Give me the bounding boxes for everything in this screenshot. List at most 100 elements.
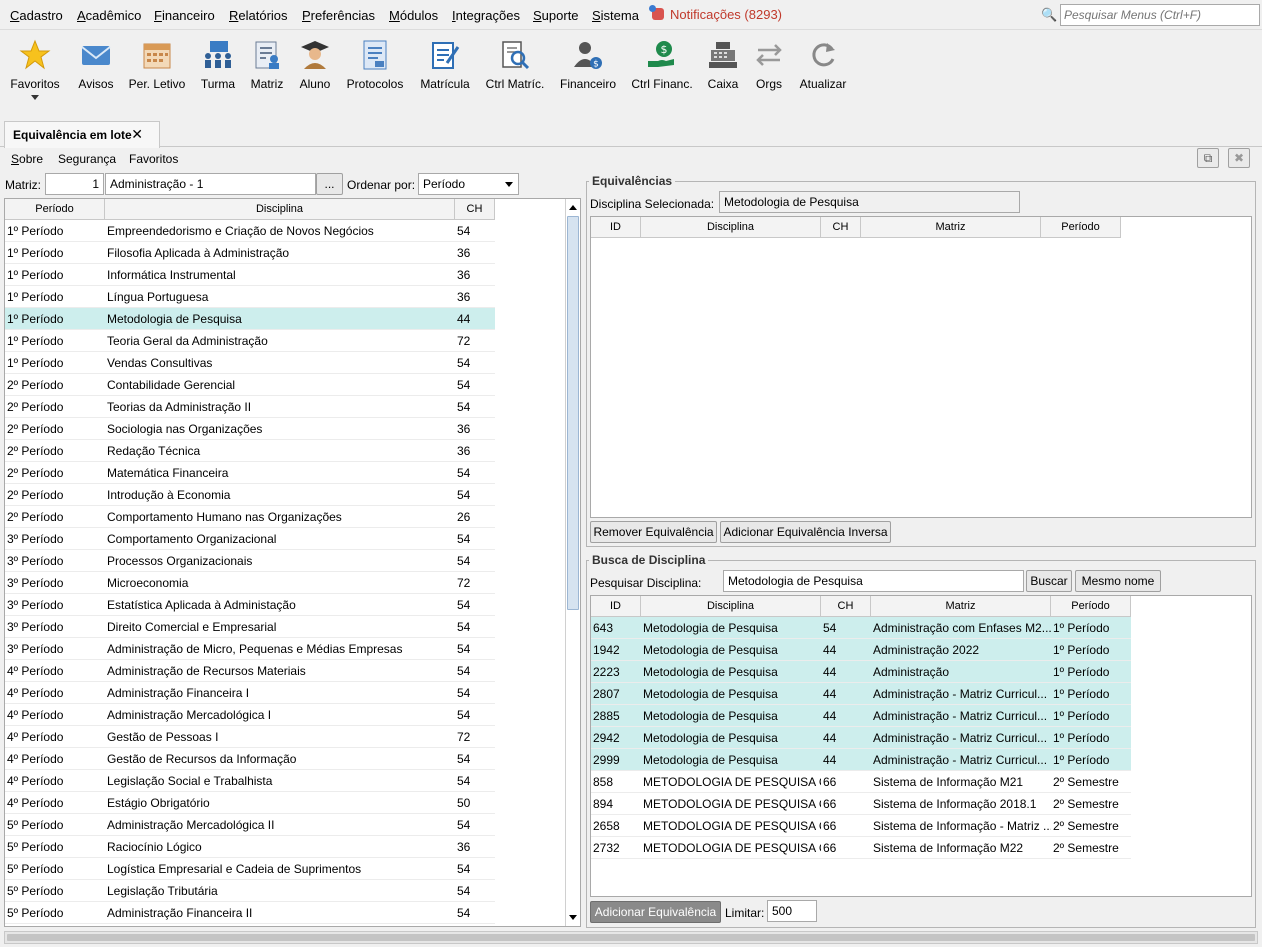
table-row[interactable]: 4º Período Gestão de Pessoas I 72 — [5, 726, 495, 748]
pesquisar-disciplina-input[interactable]: Metodologia de Pesquisa — [723, 570, 1024, 592]
table-row[interactable]: 1º Período Metodologia de Pesquisa 44 — [5, 308, 495, 330]
menu-financeiro[interactable]: Financeiro — [154, 8, 215, 23]
table-row[interactable]: 2942 Metodologia de Pesquisa 44 Administraç… — [591, 727, 1131, 749]
table-row[interactable]: 2885 Metodologia de Pesquisa 44 Administraç… — [591, 705, 1131, 727]
vertical-scrollbar[interactable] — [565, 199, 580, 926]
toolbar-turma-button[interactable]: Turma — [198, 39, 238, 91]
table-row[interactable]: 2807 Metodologia de Pesquisa 44 Administraç… — [591, 683, 1131, 705]
toolbar-financeiro-button[interactable]: $ Financeiro — [558, 39, 618, 91]
column-header-ch[interactable]: CH — [455, 199, 495, 220]
table-row[interactable]: 3º Período Processos Organizacionais 54 — [5, 550, 495, 572]
table-row[interactable]: 3º Período Estatística Aplicada à Adminis… — [5, 594, 495, 616]
table-row[interactable]: 3º Período Microeconomia 72 — [5, 572, 495, 594]
table-row[interactable]: 1º Período Empreendedorismo e Criação de … — [5, 220, 495, 242]
toolbar-ctrl-matric-button[interactable]: Ctrl Matríc. — [484, 39, 546, 91]
toolbar-favoritos-button[interactable]: Favoritos — [8, 39, 62, 100]
table-row[interactable]: 1º Período Vendas Consultivas 54 — [5, 352, 495, 374]
menu-suporte[interactable]: Suporte — [533, 8, 579, 23]
column-header-ch[interactable]: CH — [821, 596, 871, 617]
toolbar-matriz-button[interactable]: Matriz — [249, 39, 285, 91]
notifications-link[interactable]: Notificações (8293) — [649, 5, 782, 22]
table-row[interactable]: 1º Período Informática Instrumental 36 — [5, 264, 495, 286]
close-icon[interactable]: ✕ — [131, 126, 143, 143]
table-row[interactable]: 4º Período Gestão de Recursos da Informaç… — [5, 748, 495, 770]
table-row[interactable]: 3º Período Comportamento Organizacional 54 — [5, 528, 495, 550]
submenu-sobre[interactable]: Sobre — [11, 152, 43, 166]
scroll-up-icon[interactable] — [569, 205, 577, 210]
matriz-name-field[interactable]: Administração - 1 — [105, 173, 316, 195]
table-row[interactable]: 1º Período Língua Portuguesa 36 — [5, 286, 495, 308]
table-row[interactable]: 2º Período Teorias da Administração II 54 — [5, 396, 495, 418]
table-row[interactable]: 2º Período Redação Técnica 36 — [5, 440, 495, 462]
table-row[interactable]: 4º Período Administração Mercadológica I 5… — [5, 704, 495, 726]
close-window-button[interactable]: ✖ — [1228, 148, 1250, 168]
limitar-input[interactable]: 500 — [767, 900, 817, 922]
column-header-disciplina[interactable]: Disciplina — [641, 596, 821, 617]
table-row[interactable]: 858 METODOLOGIA DE PESQUISA C... 66 Sistema… — [591, 771, 1131, 793]
menu-search-input[interactable] — [1060, 4, 1260, 26]
column-header-periodo[interactable]: Período — [5, 199, 105, 220]
matriz-browse-button[interactable]: ... — [316, 173, 343, 195]
matriz-id-field[interactable]: 1 — [45, 173, 104, 195]
table-row[interactable]: 2999 Metodologia de Pesquisa 44 Administraç… — [591, 749, 1131, 771]
table-row[interactable]: 3º Período Direito Comercial e Empresaria… — [5, 616, 495, 638]
table-row[interactable]: 2658 METODOLOGIA DE PESQUISA C... 66 Sistem… — [591, 815, 1131, 837]
remover-equivalencia-button[interactable]: Remover Equivalência — [590, 521, 717, 543]
toolbar-caixa-button[interactable]: Caixa — [704, 39, 742, 91]
table-row[interactable]: 2732 METODOLOGIA DE PESQUISA C... 66 Sistem… — [591, 837, 1131, 859]
table-row[interactable]: 2º Período Introdução à Economia 54 — [5, 484, 495, 506]
menu-academico[interactable]: Acadêmico — [77, 8, 141, 23]
scroll-down-icon[interactable] — [569, 915, 577, 920]
toolbar-orgs-button[interactable]: Orgs — [752, 39, 786, 91]
mesmo-nome-button[interactable]: Mesmo nome — [1075, 570, 1161, 592]
toolbar-matricula-button[interactable]: Matrícula — [418, 39, 472, 91]
column-header-disciplina[interactable]: Disciplina — [105, 199, 455, 220]
table-row[interactable]: 1942 Metodologia de Pesquisa 44 Administraç… — [591, 639, 1131, 661]
column-header-periodo[interactable]: Período — [1051, 596, 1131, 617]
adicionar-equivalencia-inversa-button[interactable]: Adicionar Equivalência Inversa — [720, 521, 891, 543]
table-row[interactable]: 1º Período Teoria Geral da Administração 7… — [5, 330, 495, 352]
table-row[interactable]: 2º Período Sociologia nas Organizações 36 — [5, 418, 495, 440]
table-row[interactable]: 5º Período Administração Mercadológica II… — [5, 814, 495, 836]
column-header-id[interactable]: ID — [591, 217, 641, 238]
toolbar-aluno-button[interactable]: Aluno — [296, 39, 334, 91]
toolbar-atualizar-button[interactable]: Atualizar — [797, 39, 849, 91]
menu-cadastro[interactable]: Cadastro — [10, 8, 63, 23]
tab-equivalencia-em-lote[interactable]: Equivalência em lote ✕ — [4, 121, 160, 148]
toolbar-avisos-button[interactable]: Avisos — [76, 39, 116, 91]
menu-integracoes[interactable]: Integrações — [452, 8, 520, 23]
table-row[interactable]: 5º Período Administração Financeira II 54 — [5, 902, 495, 924]
scroll-thumb[interactable] — [7, 934, 1255, 941]
table-row[interactable]: 5º Período Raciocínio Lógico 36 — [5, 836, 495, 858]
scroll-thumb[interactable] — [567, 216, 579, 610]
column-header-periodo[interactable]: Período — [1041, 217, 1121, 238]
column-header-id[interactable]: ID — [591, 596, 641, 617]
toolbar-ctrl-financ-button[interactable]: $ Ctrl Financ. — [630, 39, 694, 91]
menu-preferencias[interactable]: Preferências — [302, 8, 375, 23]
table-row[interactable]: 3º Período Administração de Micro, Pequen… — [5, 638, 495, 660]
menu-relatorios[interactable]: Relatórios — [229, 8, 288, 23]
table-row[interactable]: 2º Período Contabilidade Gerencial 54 — [5, 374, 495, 396]
menu-sistema[interactable]: Sistema — [592, 8, 639, 23]
table-row[interactable]: 2223 Metodologia de Pesquisa 44 Administraç… — [591, 661, 1131, 683]
table-row[interactable]: 4º Período Estágio Obrigatório 50 — [5, 792, 495, 814]
toolbar-per-letivo-button[interactable]: Per. Letivo — [127, 39, 187, 91]
column-header-matriz[interactable]: Matriz — [871, 596, 1051, 617]
popout-window-button[interactable]: ⧉ — [1197, 148, 1219, 168]
column-header-ch[interactable]: CH — [821, 217, 861, 238]
submenu-favoritos[interactable]: Favoritos — [129, 152, 178, 166]
menu-modulos[interactable]: Módulos — [389, 8, 438, 23]
adicionar-equivalencia-button[interactable]: Adicionar Equivalência — [590, 901, 721, 923]
horizontal-scrollbar[interactable] — [4, 931, 1258, 944]
table-row[interactable]: 5º Período Legislação Tributária 54 — [5, 880, 495, 902]
table-row[interactable]: 1º Período Filosofia Aplicada à Administr… — [5, 242, 495, 264]
toolbar-protocolos-button[interactable]: Protocolos — [345, 39, 405, 91]
table-row[interactable]: 4º Período Legislação Social e Trabalhist… — [5, 770, 495, 792]
table-row[interactable]: 643 Metodologia de Pesquisa 54 Administraçã… — [591, 617, 1131, 639]
table-row[interactable]: 5º Período Logística Empresarial e Cadeia… — [5, 858, 495, 880]
table-row[interactable]: 4º Período Administração de Recursos Mate… — [5, 660, 495, 682]
column-header-matriz[interactable]: Matriz — [861, 217, 1041, 238]
column-header-disciplina[interactable]: Disciplina — [641, 217, 821, 238]
buscar-button[interactable]: Buscar — [1026, 570, 1072, 592]
table-row[interactable]: 4º Período Administração Financeira I 54 — [5, 682, 495, 704]
